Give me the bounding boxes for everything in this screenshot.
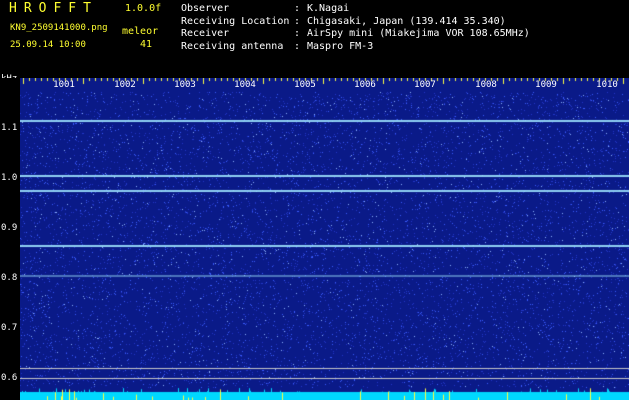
info-key: Observer [181,3,230,14]
x-tick-label: 1004 [234,80,256,90]
app-logo: HROFFT [9,1,98,16]
info-key: Receiver [181,28,230,40]
station-info: Observer: K.Nagai Receiving Location: Chig… [181,3,530,53]
info-row-observer: Observer: K.Nagai [181,3,530,16]
waterfall-canvas[interactable] [20,78,629,400]
info-separator: : [294,3,301,14]
y-tick-label: 0.8 [1,273,18,283]
info-value: K.Nagai [307,3,350,14]
y-tick-label: 0.6 [1,373,18,383]
app-version: 1.0.0f [125,3,162,14]
info-value: AirSpy mini (Miakejima VOR 108.65MHz) [307,28,530,40]
info-separator: : [294,15,301,27]
info-separator: : [294,28,301,40]
info-key: Receiving Location [181,15,290,27]
info-value: Chigasaki, Japan (139.414 35.340) [307,15,506,27]
x-tick-label: 1008 [475,80,497,90]
x-tick-label: 1002 [114,80,136,90]
x-tick-label: 1007 [414,80,436,90]
x-tick-label: 1001 [53,80,75,90]
info-row-antenna: Receiving antenna: Maspro FM-3 [181,41,530,54]
y-tick-label: 1.1 [1,123,18,133]
header-panel: HROFFT 1.0.0f KN9_2509141000.png 25.09.1… [0,0,629,78]
info-separator: : [294,40,301,52]
x-tick-label: 1009 [535,80,557,90]
x-tick-label: 1005 [294,80,316,90]
spectrogram-plot[interactable]: 1001 1002 1003 1004 1005 1006 1007 1008 … [20,78,629,400]
y-tick-label: 1.0 [1,173,18,183]
info-row-receiver: Receiver: AirSpy mini (Miakejima VOR 108.… [181,28,530,41]
info-value: Maspro FM-3 [307,40,374,52]
info-row-location: Receiving Location: Chigasaki, Japan (139… [181,16,530,29]
x-tick-label: 1006 [354,80,376,90]
y-tick-label: 0.9 [1,223,18,233]
y-mode-label: meleor [122,26,159,37]
file-name: KN9_2509141000.png [10,23,108,33]
info-key: Receiving antenna [181,40,284,52]
frame-count: 41 [140,39,153,50]
x-tick-label: 1003 [174,80,196,90]
x-tick-label: 1010 [596,80,618,90]
capture-datetime: 25.09.14 10:00 [10,40,86,50]
y-tick-label: 0.7 [1,323,18,333]
y-axis: 1.1 1.0 0.9 0.8 0.7 0.6 [0,78,20,400]
